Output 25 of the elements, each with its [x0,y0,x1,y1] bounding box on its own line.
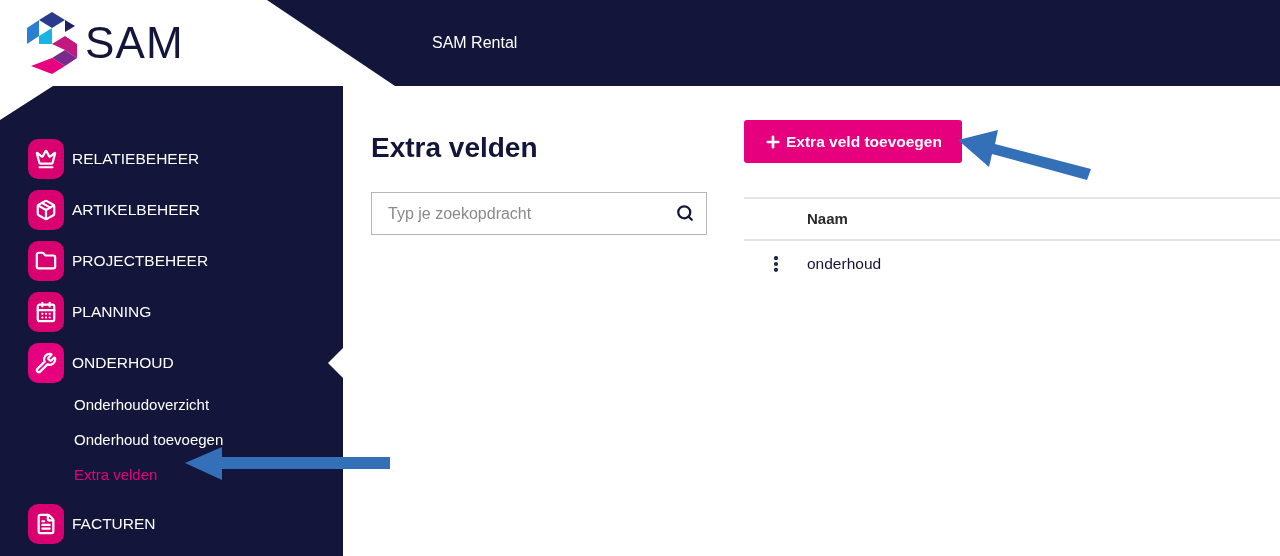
sidebar-item[interactable]: ONDERHOUD [0,337,343,388]
submenu-link[interactable]: Extra velden [74,464,158,487]
submenu-link[interactable]: Onderhoud toevoegen [74,429,224,452]
table-cell-text: onderhoud [807,253,882,274]
search-field[interactable]: Typ je zoekopdracht [371,192,707,235]
sidebar-item[interactable]: RELATIEBEHEER [0,133,343,184]
active-notch-icon [328,348,343,378]
logo-text: SAM [85,21,184,65]
logo-icon [27,10,77,76]
search-icon [676,204,694,222]
box-icon [28,189,64,230]
calendar-icon [28,291,64,332]
column-header: Naam [807,208,848,229]
sidebar-item[interactable]: PROJECTBEHEER [0,235,343,286]
sidebar-item[interactable]: PLANNING [0,286,343,337]
document-icon [28,503,64,544]
crown-icon [28,138,64,179]
wrench-icon [28,342,64,383]
folder-icon [28,240,64,281]
page-title: Extra velden [371,134,539,162]
app-title: SAM Rental [432,33,518,53]
sidebar-item[interactable]: ARTIKELBEHEER [0,184,343,235]
sidebar-item[interactable]: FACTUREN [0,498,343,549]
submenu-link[interactable]: Onderhoudoverzicht [74,394,210,417]
add-field-button[interactable]: Extra veld toevoegen [744,120,962,163]
